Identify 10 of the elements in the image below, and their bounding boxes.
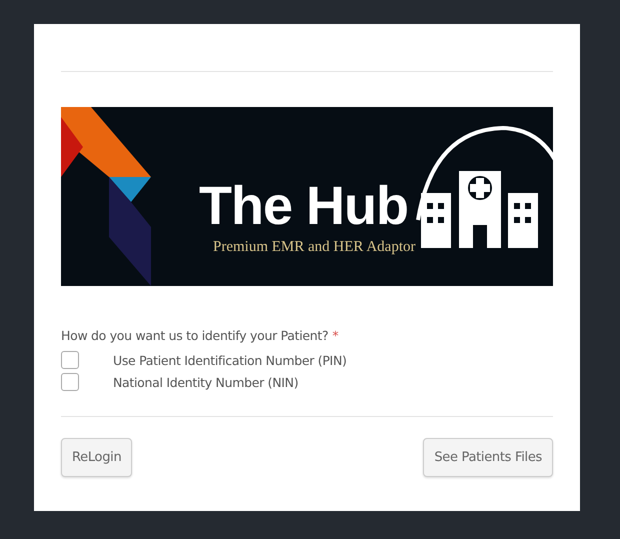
option-label: Use Patient Identification Number (PIN) — [113, 352, 347, 368]
question-label: How do you want us to identify your Patient? — [61, 328, 328, 343]
banner-tagline: Premium EMR and HER Adaptor — [213, 239, 416, 256]
checkbox[interactable] — [61, 373, 79, 391]
checkbox[interactable] — [61, 351, 79, 369]
option-label: National Identity Number (NIN) — [113, 374, 298, 390]
banner-title: The Hub — [199, 179, 408, 233]
relogin-button[interactable]: ReLogin — [61, 438, 132, 477]
see-files-button[interactable]: See Patients Files — [423, 438, 553, 477]
required-mark: * — [332, 328, 338, 343]
